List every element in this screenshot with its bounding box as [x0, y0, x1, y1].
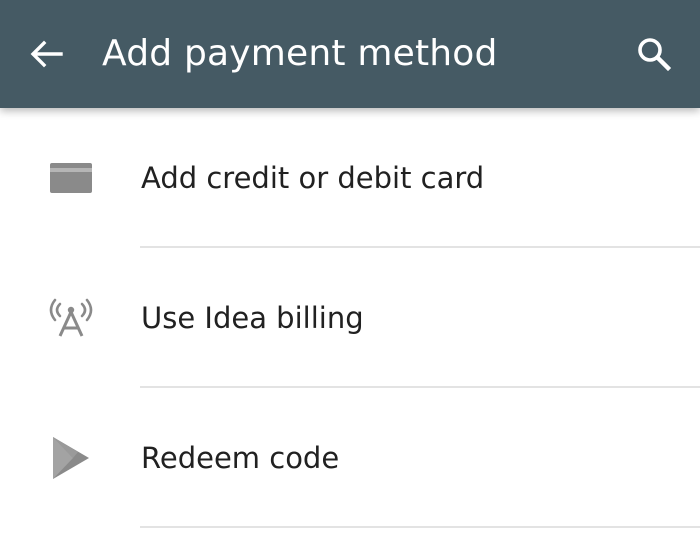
arrow-back-icon — [30, 40, 63, 68]
carrier-billing-label: Use Idea billing — [141, 301, 364, 335]
add-card-option[interactable]: Add credit or debit card — [0, 108, 700, 248]
divider — [140, 526, 700, 528]
credit-card-icon — [48, 108, 94, 248]
redeem-code-label: Redeem code — [141, 441, 340, 475]
redeem-code-option[interactable]: Redeem code — [0, 388, 700, 528]
search-button[interactable] — [628, 30, 680, 78]
search-icon — [638, 38, 671, 71]
payment-method-list: Add credit or debit card Use Idea billin… — [0, 108, 700, 528]
play-store-icon — [48, 388, 94, 528]
carrier-billing-option[interactable]: Use Idea billing — [0, 248, 700, 388]
add-card-label: Add credit or debit card — [141, 161, 485, 195]
back-button[interactable] — [20, 30, 72, 78]
app-bar: Add payment method — [0, 0, 700, 108]
carrier-billing-icon — [48, 248, 94, 388]
page-title: Add payment method — [102, 33, 498, 74]
